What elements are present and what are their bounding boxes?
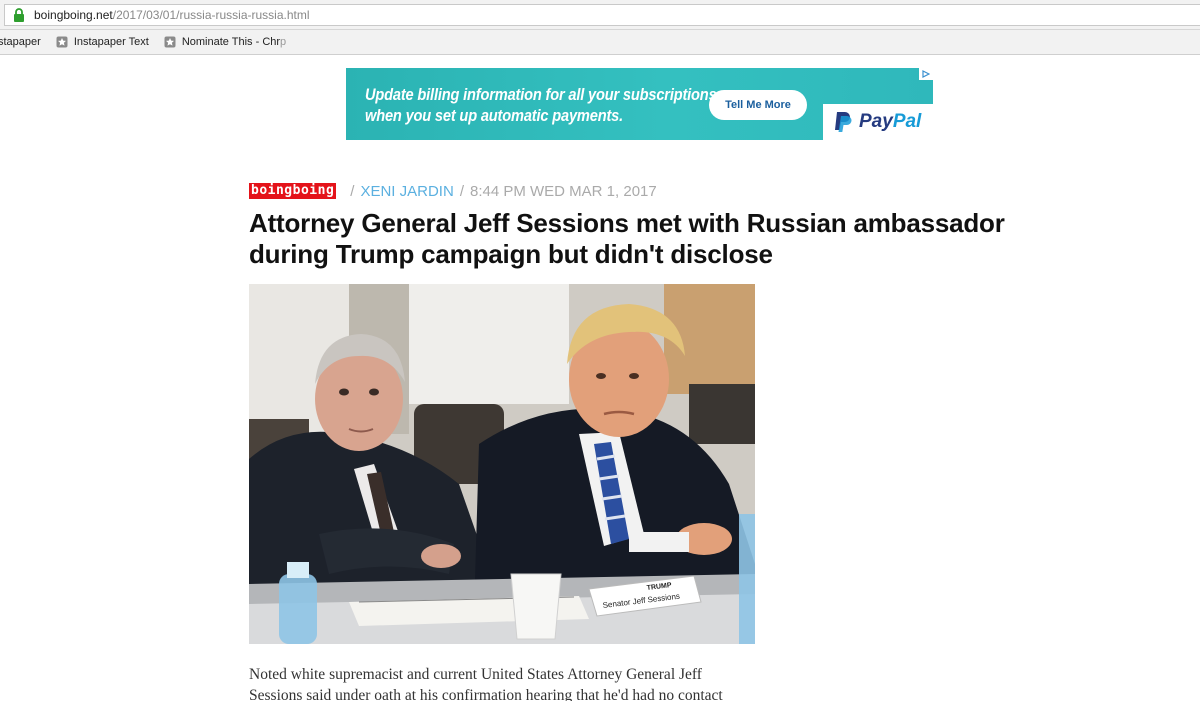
bookmark-label-fade: p bbox=[280, 36, 287, 48]
bookmark-instapaper-text[interactable]: Instapaper Text bbox=[56, 36, 149, 48]
url-field[interactable]: boingboing.net/2017/03/01/russia-russia-… bbox=[4, 4, 1200, 26]
tell-me-more-button[interactable]: Tell Me More bbox=[709, 90, 807, 120]
ad-line-1: Update billing information for all your … bbox=[365, 85, 717, 104]
bookmark-label: Nominate This - Chr bbox=[181, 36, 281, 48]
body-line-2: Sessions said under oath at his confirma… bbox=[249, 687, 723, 701]
article-photo: Senator Jeff Sessions TRUMP bbox=[249, 284, 755, 644]
adchoices-icon[interactable] bbox=[919, 68, 933, 80]
article-timestamp: 8:44 PM WED MAR 1, 2017 bbox=[469, 182, 657, 200]
article-body: Noted white supremacist and current Unit… bbox=[249, 664, 769, 701]
url-host: boingboing.net bbox=[34, 8, 113, 22]
boingboing-logo[interactable]: boingboing bbox=[249, 183, 337, 199]
paypal-logo: PayPal bbox=[823, 104, 933, 140]
byline-separator: / bbox=[459, 182, 464, 200]
url-path: /2017/03/01/russia-russia-russia.html bbox=[112, 8, 310, 22]
lock-icon bbox=[13, 8, 25, 22]
bookmarks-bar: stapaper Instapaper Text Nominate This -… bbox=[0, 30, 1200, 55]
article-byline: boingboing / XENI JARDIN / 8:44 PM WED M… bbox=[249, 181, 657, 201]
paypal-pay: Pay bbox=[859, 111, 893, 132]
paypal-ad-banner[interactable]: Update billing information for all your … bbox=[346, 68, 933, 140]
bookmark-icon bbox=[164, 36, 176, 48]
body-line-1: Noted white supremacist and current Unit… bbox=[249, 666, 702, 683]
ad-line-2: when you set up automatic payments. bbox=[365, 106, 624, 125]
article-headline: Attorney General Jeff Sessions met with … bbox=[249, 208, 1005, 269]
paypal-pal: Pal bbox=[892, 111, 922, 132]
bookmark-label: stapaper bbox=[0, 36, 41, 48]
ad-copy: Update billing information for all your … bbox=[365, 84, 717, 126]
paypal-p-icon bbox=[835, 112, 852, 132]
bookmark-label: Instapaper Text bbox=[73, 36, 149, 48]
address-bar: boingboing.net/2017/03/01/russia-russia-… bbox=[0, 0, 1200, 30]
bookmark-icon bbox=[56, 36, 68, 48]
byline-separator: / bbox=[350, 182, 355, 200]
bookmark-instapaper[interactable]: stapaper bbox=[0, 36, 41, 48]
author-link[interactable]: XENI JARDIN bbox=[360, 183, 453, 200]
bookmark-nominate-this[interactable]: Nominate This - Chr p bbox=[164, 36, 286, 48]
